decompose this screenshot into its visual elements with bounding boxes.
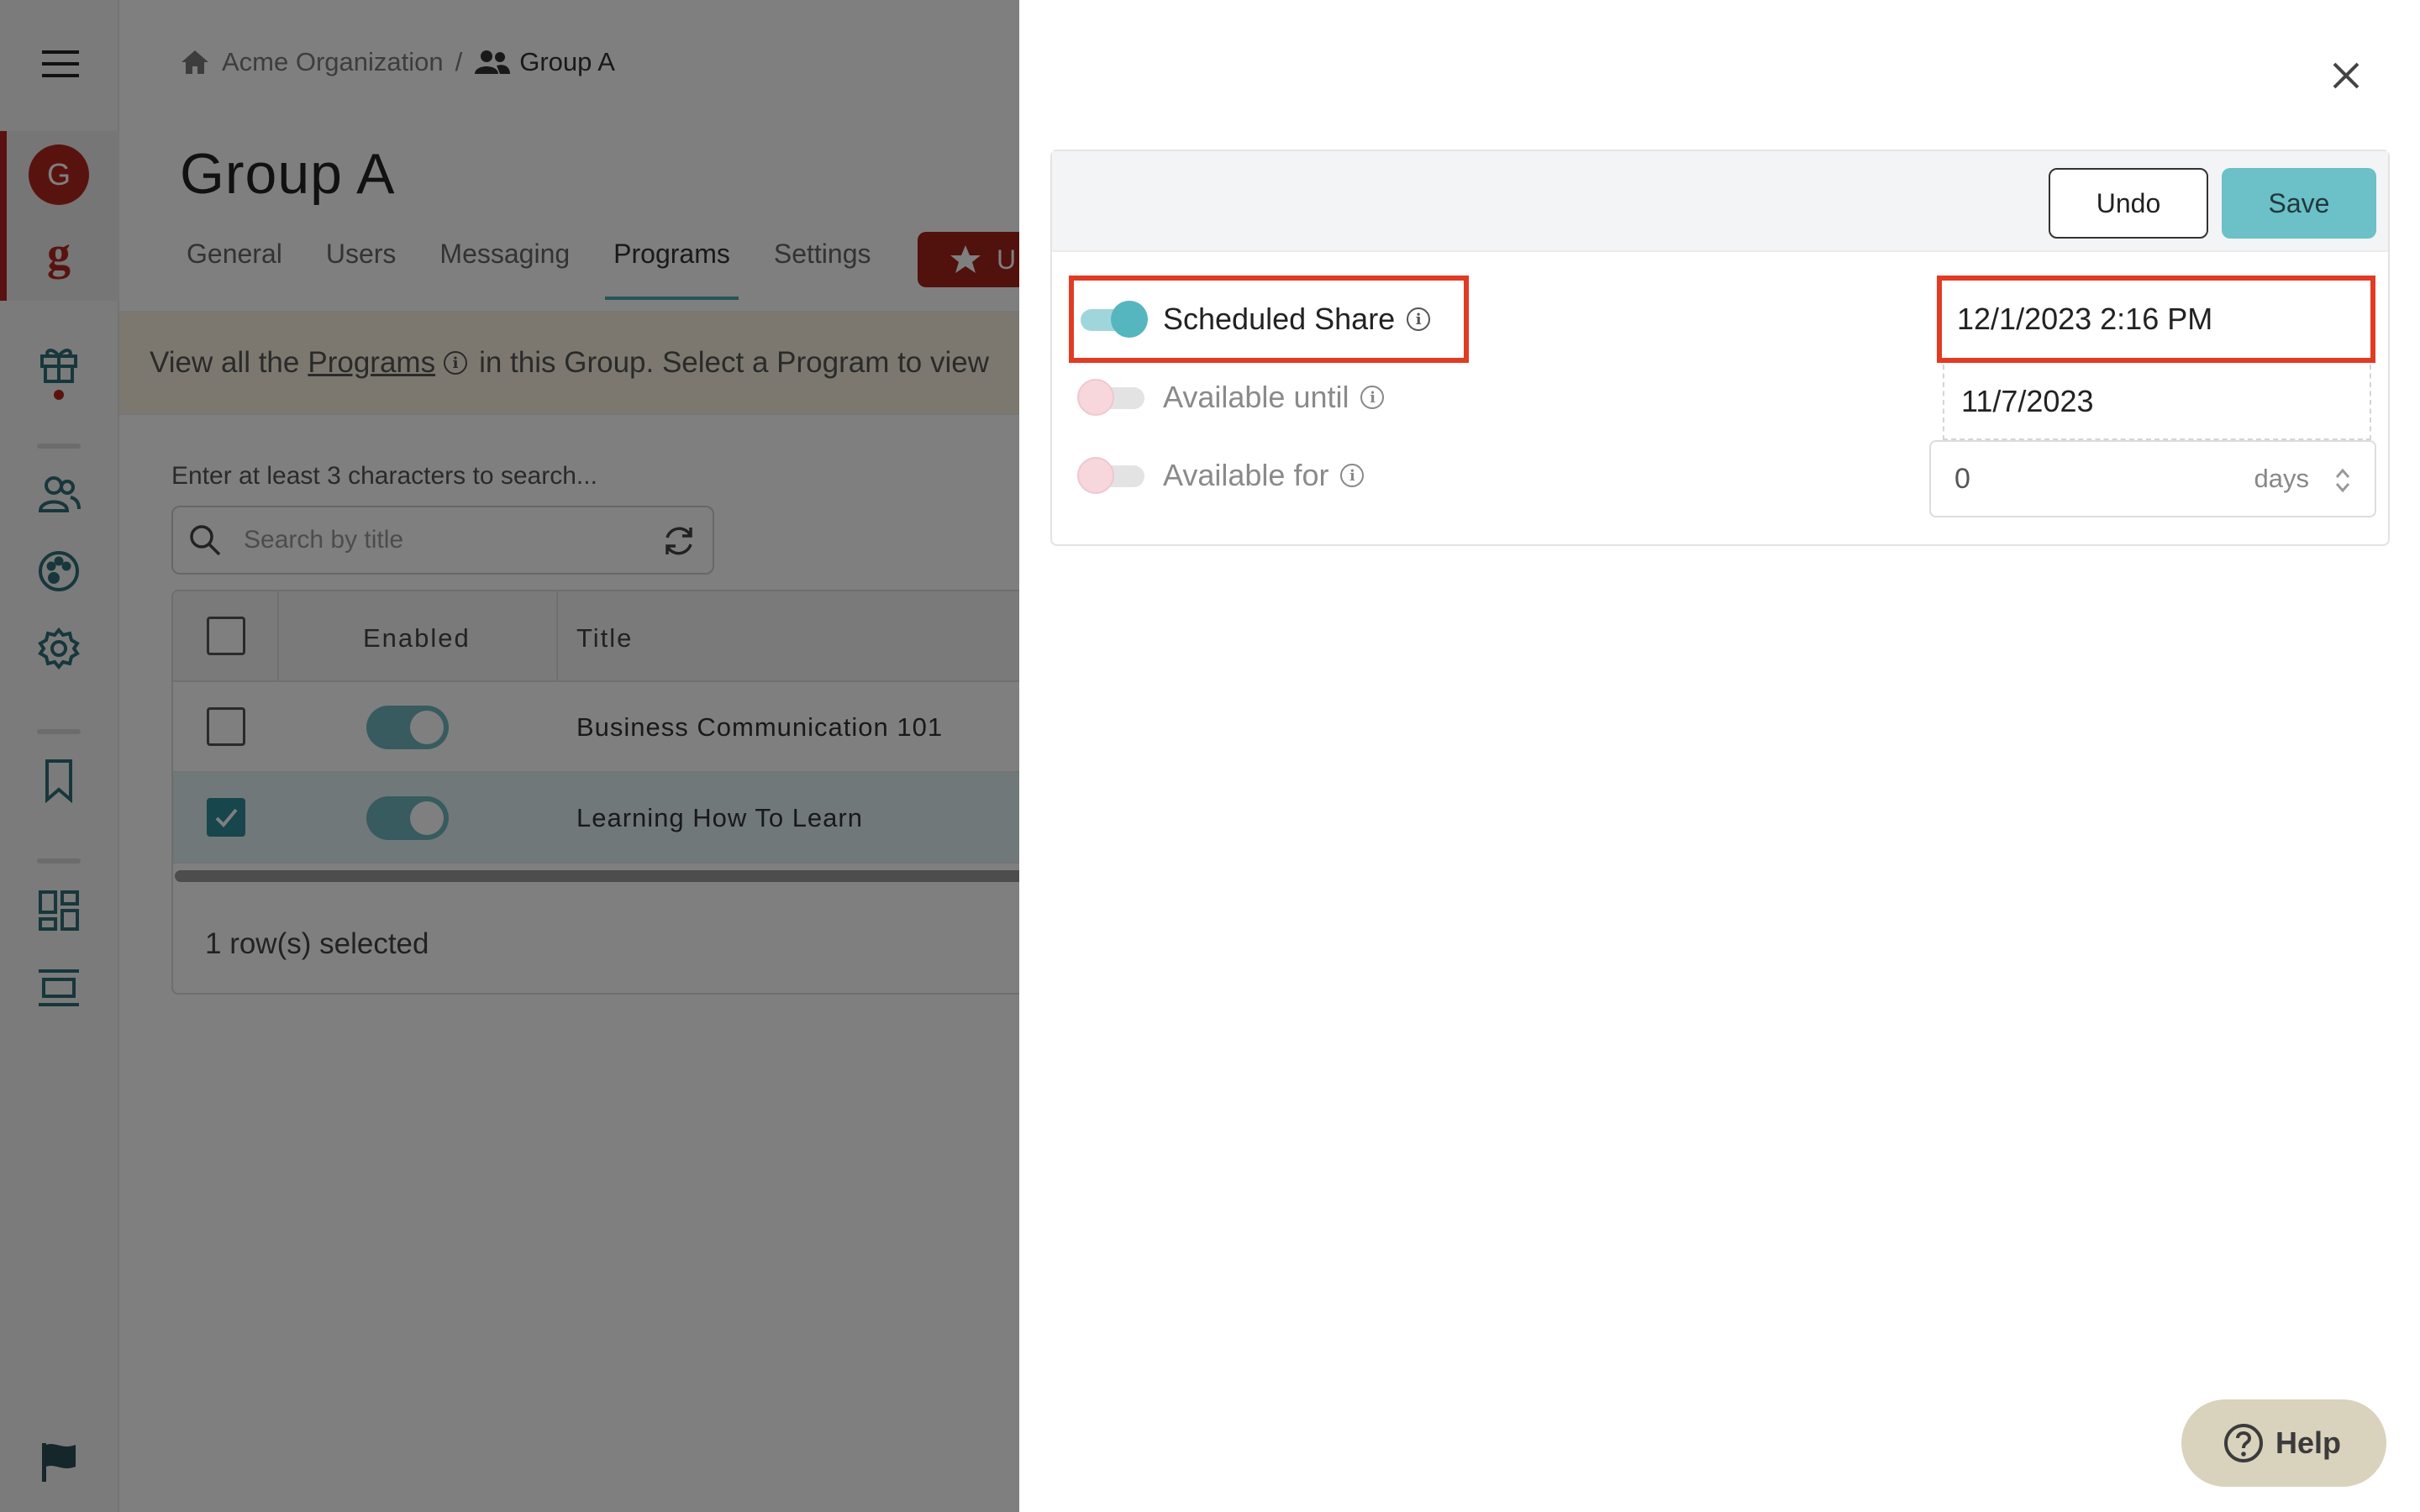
stepper-icon[interactable]	[2333, 465, 2353, 496]
scheduled-share-datetime-field[interactable]: 12/1/2023 2:16 PM	[1937, 276, 2375, 363]
save-button[interactable]: Save	[2222, 168, 2376, 239]
available-until-row: Available until i	[1077, 368, 1385, 427]
available-for-toggle[interactable]	[1077, 457, 1144, 494]
available-until-toggle[interactable]	[1077, 379, 1144, 416]
available-for-days-field[interactable]: 0 days	[1929, 440, 2376, 517]
available-for-row: Available for i	[1077, 446, 1365, 505]
help-button[interactable]: Help	[2181, 1399, 2386, 1487]
panel-toolbar: Undo Save	[1052, 151, 2388, 252]
info-icon[interactable]: i	[1340, 464, 1365, 487]
scheduled-share-label: Scheduled Share	[1163, 302, 1396, 336]
days-value: 0	[1954, 462, 1970, 495]
question-icon	[2223, 1423, 2264, 1463]
share-settings-panel: Undo Save Scheduled Share i Available un…	[1050, 150, 2390, 546]
close-icon[interactable]	[2328, 57, 2365, 94]
scheduled-share-toggle[interactable]	[1077, 301, 1148, 338]
help-label: Help	[2275, 1425, 2342, 1460]
available-until-date-field[interactable]: 11/7/2023	[1943, 365, 2371, 440]
info-icon[interactable]: i	[1360, 386, 1385, 409]
available-until-label: Available until	[1163, 380, 1349, 414]
info-icon[interactable]: i	[1407, 307, 1431, 331]
days-unit: days	[2254, 464, 2309, 493]
undo-button[interactable]: Undo	[2049, 168, 2208, 239]
available-for-label: Available for	[1163, 458, 1329, 492]
scheduled-share-row: Scheduled Share i	[1077, 290, 1431, 349]
modal-backdrop[interactable]	[0, 0, 1019, 1512]
share-settings-drawer: Undo Save Scheduled Share i Available un…	[1019, 0, 2420, 1512]
